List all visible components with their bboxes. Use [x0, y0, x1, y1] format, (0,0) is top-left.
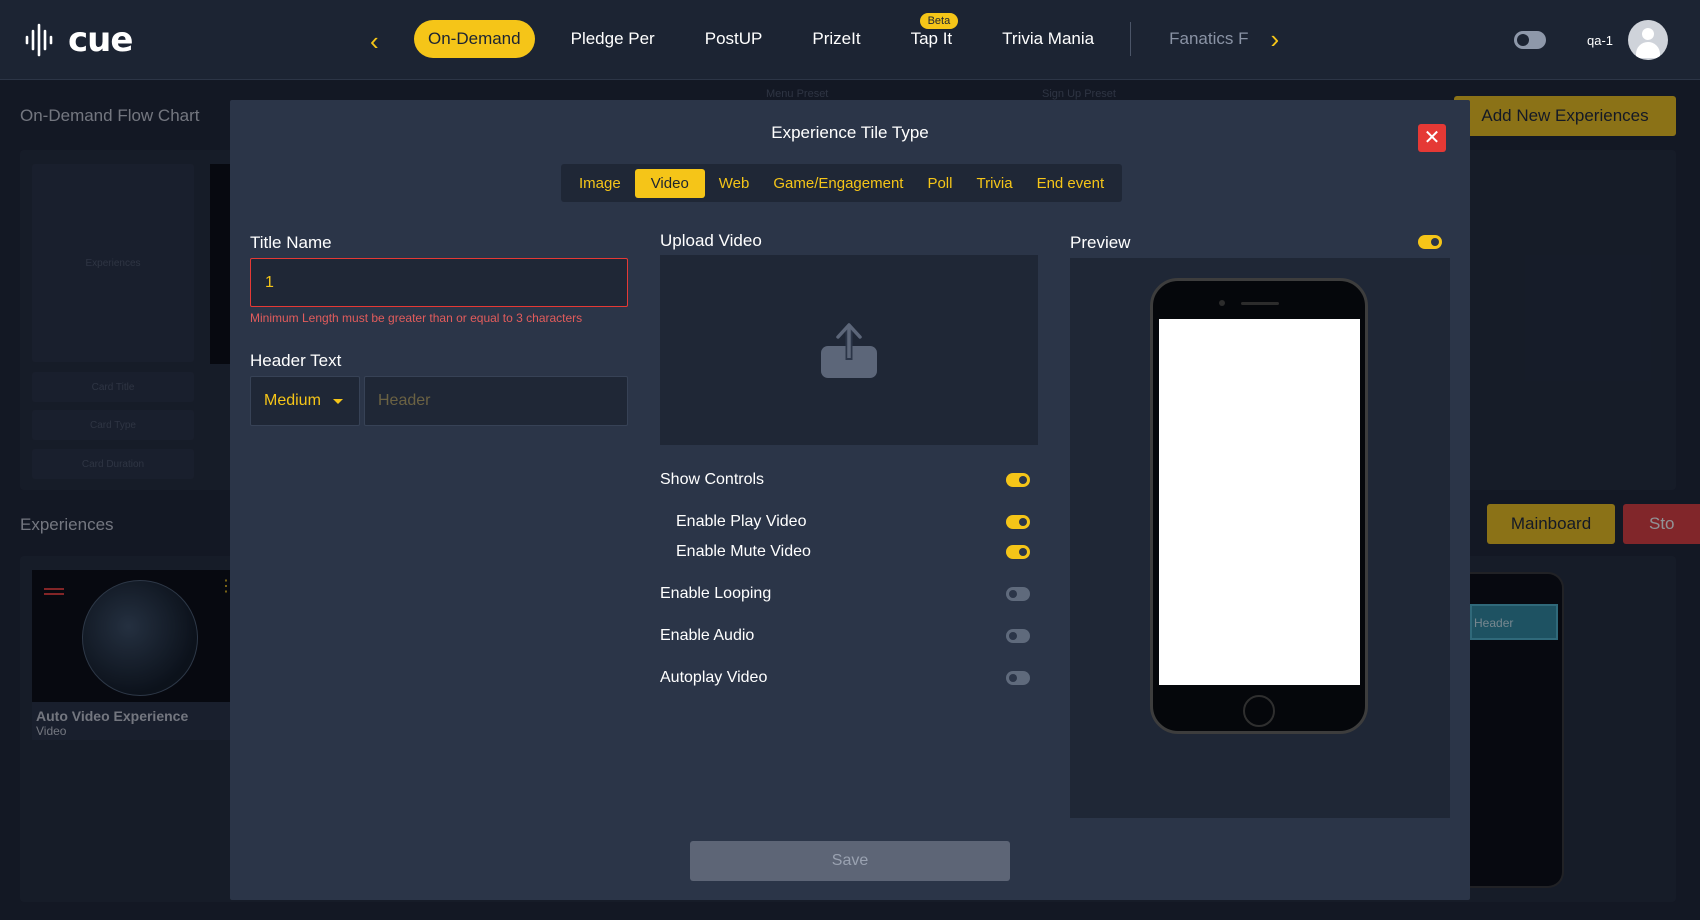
waveform-logo-icon [25, 23, 53, 57]
tab-web[interactable]: Web [709, 169, 760, 198]
nav-item-pledge-per[interactable]: Pledge Per [557, 20, 669, 58]
phone-mockup [1150, 278, 1368, 734]
experience-tile-type-modal: Experience Tile Type ✕ Image Video Web G… [230, 100, 1470, 900]
enable-looping-label: Enable Looping [660, 585, 772, 602]
nav-item-prizeit[interactable]: PrizeIt [798, 20, 874, 58]
preview-toggle[interactable] [1418, 235, 1442, 249]
header-size-value: Medium [264, 392, 321, 409]
nav-item-tap-it[interactable]: Beta Tap It [897, 13, 967, 58]
enable-audio-label: Enable Audio [660, 627, 755, 644]
title-name-label: Title Name [250, 233, 332, 252]
enable-looping-toggle[interactable] [1006, 587, 1030, 601]
upload-video-dropzone[interactable] [660, 255, 1038, 445]
preview-label: Preview [1070, 233, 1131, 252]
cue-logo[interactable]: cue [24, 20, 133, 60]
title-name-input[interactable]: 1 [250, 258, 628, 307]
experience-type-nav: On-Demand Pledge Per PostUP PrizeIt Beta… [414, 13, 1279, 58]
modal-title: Experience Tile Type [771, 123, 929, 142]
nav-item-trivia-mania[interactable]: Trivia Mania [988, 20, 1108, 58]
title-error-message: Minimum Length must be greater than or e… [250, 311, 583, 325]
show-controls-toggle[interactable] [1006, 473, 1030, 487]
upload-video-label: Upload Video [660, 231, 762, 250]
header-text-input[interactable] [364, 376, 628, 426]
tab-image[interactable]: Image [569, 169, 631, 198]
nav-divider [1130, 22, 1132, 56]
phone-camera [1219, 300, 1225, 306]
autoplay-video-label: Autoplay Video [660, 669, 768, 686]
beta-badge: Beta [919, 13, 959, 29]
phone-screen [1159, 319, 1360, 685]
enable-play-video-toggle[interactable] [1006, 515, 1030, 529]
save-button[interactable]: Save [690, 841, 1010, 881]
nav-prev-icon[interactable]: ‹ [370, 26, 379, 57]
show-controls-label: Show Controls [660, 471, 765, 488]
top-navigation-bar: cue ‹ On-Demand Pledge Per PostUP PrizeI… [0, 0, 1700, 80]
nav-item-postup[interactable]: PostUP [691, 20, 777, 58]
tab-video[interactable]: Video [634, 168, 705, 198]
preview-panel [1070, 258, 1450, 818]
header-text-label: Header Text [250, 351, 342, 370]
tab-game-engagement[interactable]: Game/Engagement [763, 169, 913, 198]
chevron-down-icon [332, 398, 343, 404]
user-avatar-icon[interactable] [1628, 20, 1668, 60]
phone-home-button [1243, 695, 1275, 727]
tap-it-label: Tap It [910, 29, 953, 48]
tab-poll[interactable]: Poll [917, 169, 962, 198]
autoplay-video-toggle[interactable] [1006, 671, 1030, 685]
enable-audio-toggle[interactable] [1006, 629, 1030, 643]
header-size-select[interactable]: Medium [250, 376, 360, 426]
nav-next-icon[interactable]: › [1270, 24, 1279, 55]
logo-text: cue [68, 20, 133, 60]
tab-end-event[interactable]: End event [1027, 169, 1115, 198]
phone-speaker [1241, 302, 1279, 305]
tile-type-tabs: Image Video Web Game/Engagement Poll Tri… [561, 164, 1123, 202]
enable-mute-video-toggle[interactable] [1006, 545, 1030, 559]
theme-toggle[interactable] [1514, 31, 1546, 49]
enable-play-video-label: Enable Play Video [676, 513, 807, 530]
enable-mute-video-label: Enable Mute Video [676, 543, 811, 560]
tab-trivia[interactable]: Trivia [966, 169, 1022, 198]
close-icon[interactable]: ✕ [1418, 124, 1446, 152]
user-name: qa-1 [1587, 33, 1614, 48]
nav-item-on-demand[interactable]: On-Demand [414, 20, 535, 58]
nav-item-fanatics[interactable]: Fanatics F [1155, 20, 1262, 58]
upload-icon [821, 323, 877, 378]
